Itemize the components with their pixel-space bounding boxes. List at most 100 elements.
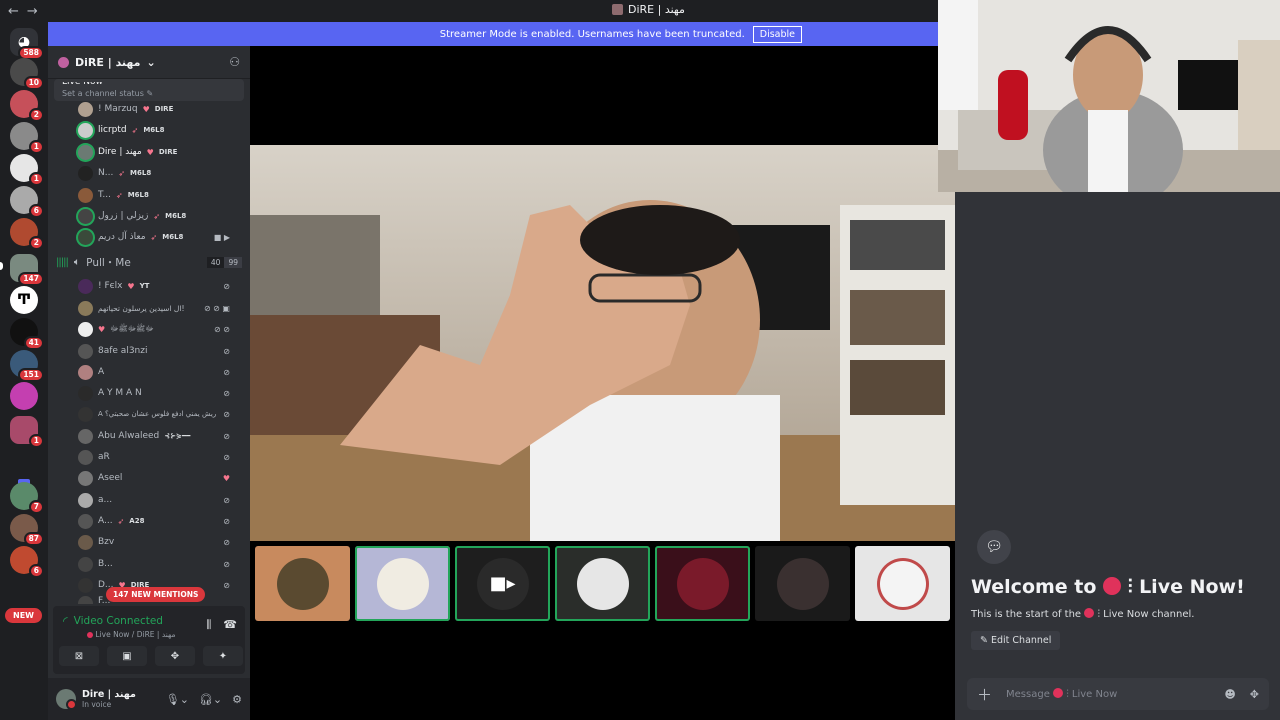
disable-button[interactable]: Disable	[752, 25, 802, 43]
plus-icon[interactable]: ＋	[977, 684, 992, 705]
voice-member[interactable]: زيزلي | زرول ➶ M6L8	[78, 206, 238, 226]
invite-people-icon[interactable]: ⚇	[229, 55, 240, 69]
member-name: a...	[98, 495, 113, 505]
avatar	[78, 208, 93, 224]
noise-suppression-icon[interactable]: ⫼	[206, 618, 211, 632]
screen-share-button[interactable]: ▣	[107, 646, 147, 666]
activities-icon: ✥	[170, 650, 180, 662]
participant-tile[interactable]	[255, 546, 350, 621]
server-icon[interactable]: 10	[10, 58, 44, 90]
avatar	[78, 556, 93, 572]
speaker-icon: ⫶	[1097, 609, 1100, 620]
deafened-icon: ♥	[222, 473, 230, 483]
server-icon[interactable]: 7	[10, 482, 44, 514]
server-icon[interactable]: Ͳ	[10, 286, 38, 314]
member-name: ال اسيدين يرسلون تحياتهم!	[98, 303, 185, 313]
avatar	[276, 557, 329, 610]
server-icon[interactable]	[10, 382, 38, 410]
soundboard-button[interactable]: ✦	[203, 646, 243, 666]
voice-member[interactable]: 8afe al3nzi ⊘	[78, 341, 238, 361]
voice-member[interactable]: A ریش يمني ادفع فلوس عشان صحبتي؟ ⊘	[78, 404, 238, 424]
new-mentions-pill[interactable]: 147 NEW MENTIONS	[106, 587, 206, 602]
camera-button[interactable]: ⊠	[59, 646, 99, 666]
webcam-frame	[938, 0, 1280, 192]
voice-member[interactable]: A Y M A N ⊘	[78, 383, 238, 403]
server-icon[interactable]: 1	[10, 416, 44, 448]
forward-arrow-icon[interactable]: →	[27, 4, 38, 19]
server-icon[interactable]: 2	[10, 90, 44, 122]
headphones-icon[interactable]: 🎧︎⌄	[199, 693, 222, 706]
guild-header[interactable]: DiRE | مهند ⌄ ⚇	[48, 46, 250, 79]
participant-tile[interactable]	[655, 546, 750, 621]
voice-member[interactable]: A... ➶ A28 ⊘	[78, 511, 238, 531]
user-name: Dire | مهند	[82, 689, 136, 700]
member-tag: DIRE	[154, 105, 174, 113]
server-icon[interactable]: 2	[10, 218, 44, 250]
emoji-icon[interactable]: ☻	[1224, 688, 1235, 701]
voice-member[interactable]: ♥ ﷻﷺﷻﷺﷻ ⊘ ⊘	[78, 319, 238, 339]
participant-tile[interactable]	[855, 546, 950, 621]
guild-icon	[58, 56, 69, 68]
connection-status[interactable]: Video Connected	[74, 615, 163, 627]
participant-tile[interactable]: ■▸	[455, 546, 550, 621]
member-name: ! Fєlх	[98, 281, 123, 291]
message-composer[interactable]: ＋ Message ⫶ Live Now ☻ ✥	[967, 678, 1269, 710]
composer-placeholder[interactable]: Message ⫶ Live Now	[1006, 688, 1117, 700]
avatar[interactable]	[56, 689, 77, 710]
avatar	[776, 557, 829, 610]
voice-member[interactable]: N... ➶ M6L8	[78, 163, 238, 183]
voice-member[interactable]: A ⊘	[78, 362, 238, 382]
voice-member[interactable]: licrptd ➶ M6L8	[78, 120, 238, 140]
gear-icon[interactable]: ⚙	[232, 693, 242, 706]
disconnect-icon[interactable]: ☎	[223, 618, 237, 632]
server-icon[interactable]: 6	[10, 546, 44, 578]
pencil-icon[interactable]: ✎	[146, 89, 153, 98]
signal-icon[interactable]: ◜	[63, 614, 68, 628]
voice-member[interactable]: ! Marzuq ♥ DIRE	[78, 99, 238, 119]
voice-member[interactable]: ! Fєlх ♥ YT ⊘	[78, 276, 238, 296]
mic-muted-icon: ⊘ ⊘ ▣	[203, 303, 230, 313]
activities-button[interactable]: ✥	[155, 646, 195, 666]
voice-channel-pull-me[interactable]: ||||| 🔈︎ Pull・Me 40 99	[56, 255, 242, 270]
participant-tile[interactable]	[555, 546, 650, 621]
voice-member[interactable]: aR ⊘	[78, 447, 238, 467]
server-icon[interactable]: 1	[10, 154, 44, 186]
server-icon[interactable]: 151	[10, 350, 44, 382]
server-icon[interactable]: 41	[10, 318, 44, 350]
microphone-icon[interactable]: 🎙︎⌄	[166, 693, 189, 706]
mic-muted-icon: ⊘	[223, 346, 230, 356]
heart-icon: ♥	[142, 104, 150, 114]
server-icon-dire[interactable]: 147	[10, 254, 44, 286]
server-icon[interactable]: 1	[10, 122, 44, 154]
server-icon[interactable]: 6	[10, 186, 44, 218]
voice-member[interactable]: Abu Alwaleed ⊰⊱⋟━━ ⊘	[78, 426, 238, 446]
avatar	[676, 557, 729, 610]
server-icon[interactable]: 87	[10, 514, 44, 546]
voice-member[interactable]: T... ➶ M6L8	[78, 185, 238, 205]
back-arrow-icon[interactable]: ←	[8, 4, 19, 19]
member-name: B...	[98, 559, 113, 569]
voice-member[interactable]: a... ⊘	[78, 490, 238, 510]
voice-member[interactable]: Bzv ⊘	[78, 532, 238, 552]
voice-member[interactable]: Aseel ♥	[78, 468, 238, 488]
avatar	[876, 557, 929, 610]
participant-tile[interactable]	[755, 546, 850, 621]
participant-tile[interactable]	[355, 546, 450, 621]
speaker-icon: 🔈︎	[73, 256, 81, 268]
voice-member[interactable]: Dire | مهند ♥ DIRE	[78, 142, 238, 162]
avatar	[78, 406, 93, 422]
avatar	[78, 343, 93, 359]
voice-member[interactable]: ال اسيدين يرسلون تحياتهم! ⊘ ⊘ ▣	[78, 298, 238, 318]
new-unreads-pill[interactable]: NEW	[5, 608, 42, 623]
apps-icon[interactable]: ✥	[1250, 688, 1259, 701]
main-video-tile[interactable]	[250, 145, 955, 541]
member-name: ! Marzuq	[98, 104, 138, 114]
voice-member[interactable]: B... ⊘	[78, 554, 238, 574]
connected-channel[interactable]: Live Now / DiRE | مهند	[95, 630, 175, 639]
channel-status[interactable]: Set a channel status	[62, 89, 144, 98]
voice-channel-live-now[interactable]: Live Now Set a channel status ✎	[54, 79, 244, 101]
edit-channel-button[interactable]: ✎ Edit Channel	[971, 631, 1061, 650]
direct-messages-button[interactable]: ◕ 588	[10, 28, 44, 60]
welcome-channel-name: Live Now!	[1139, 576, 1245, 598]
voice-member[interactable]: معاذ آل دريم ➶ M6L8 ■ ▶	[78, 227, 238, 247]
